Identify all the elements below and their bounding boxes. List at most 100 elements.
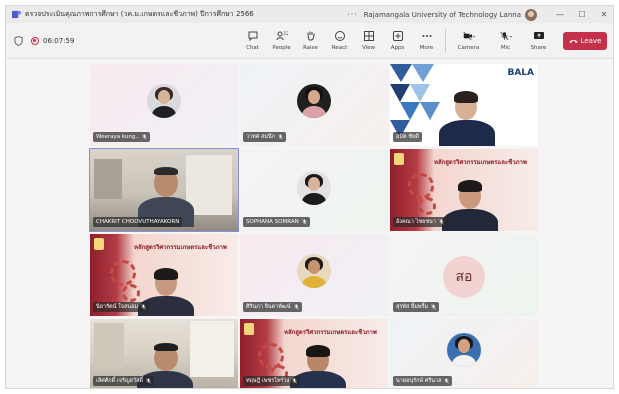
title-bar: ตรวจประเมินคุณภาพการศึกษา (วค.ม.เกษตรและ… [6,6,613,23]
participant-name: นิยารัตน์ ใจสนอม [96,304,139,310]
participant-name: อังคณา ไชยชนา [396,219,436,225]
meeting-title: ตรวจประเมินคุณภาพการศึกษา (วค.ม.เกษตรและ… [25,10,254,18]
participant-name: Weeraya kung.. [96,134,139,140]
participant-tile[interactable]: วาทศ สมนึก [240,64,388,146]
share-screen-icon [533,32,544,39]
teams-app-icon [12,10,21,19]
participant-tile[interactable]: เลิศศักดิ์ เจริญสวัสดิ์ [90,319,238,388]
mic-label: Mic [500,45,511,51]
participant-avatar [297,254,331,288]
gear-graphic [418,197,436,215]
people-icon: 12 [276,31,288,41]
gear-graphic [110,260,136,286]
participant-name: วาทศ สมนึก [246,134,276,140]
participant-initials-avatar: สอ [443,256,485,298]
mic-muted-icon [146,378,151,384]
react-label: React [331,45,348,51]
leave-button[interactable]: Leave [563,31,607,50]
people-button[interactable]: 12 People [267,30,296,51]
participant-video [440,179,500,231]
mic-muted-icon [293,304,299,310]
mic-muted-icon [444,378,450,384]
university-logo [94,238,104,250]
organization-name: Rajamangala University of Technology Lan… [363,10,521,19]
people-label: People [272,45,291,51]
participant-tile[interactable]: Weeraya kung.. [90,64,238,146]
more-label: More [419,45,434,51]
camera-label: Camera [457,45,480,51]
view-label: View [361,45,376,51]
course-banner-title: หลักสูตรวิศวกรรมเกษตรและชีวภาพ [434,159,527,166]
participant-avatar [297,171,331,205]
share-button[interactable]: Share [524,30,553,51]
share-label: Share [530,45,547,51]
bala-logo-text: BALA [507,68,534,78]
participant-name-tag: เลิศศักดิ์ เจริญสวัสดิ์ [93,376,154,386]
participant-tile[interactable]: หลักสูตรวิศวกรรมเกษตรและชีวภาพ ทฤษฎี เพช… [240,319,388,388]
more-button[interactable]: More [412,30,441,51]
mic-muted-icon [278,134,283,140]
participant-name: นายอนุรักษ์ ศรีนวล [396,378,442,384]
account-avatar[interactable] [525,8,537,21]
recording-icon [31,36,39,45]
meeting-toolbar: 06:07:59 Chat 12 People Raise React View [6,23,613,59]
apps-plus-icon [392,31,403,41]
participant-name-tag: Weeraya kung.. [93,132,150,142]
participant-tile[interactable]: ศิรินภา จินดาพัฒน์ [240,234,388,316]
mic-button[interactable]: Mic [487,30,524,51]
participant-tile[interactable]: หลักสูตรวิศวกรรมเกษตรและชีวภาพ อังคณา ไช… [390,149,538,231]
react-button[interactable]: React [325,30,354,51]
view-button[interactable]: View [354,30,383,51]
chat-button[interactable]: Chat [238,30,267,51]
participant-tile[interactable]: CHAKRIT CHOOVUTHAYAKORN [89,148,239,232]
ellipsis-icon [422,35,431,37]
university-logo [244,323,254,335]
mic-muted-icon [439,219,444,225]
chat-icon [248,31,257,42]
video-grid: Weeraya kung.. วาทศ สมนึก BALA สมิต ชัยด… [89,64,538,388]
course-banner-title: หลักสูตรวิศวกรรมเกษตรและชีวภาพ [284,329,377,336]
participant-tile[interactable]: หลักสูตรวิศวกรรมเกษตรและชีวภาพ นิยารัตน์… [90,234,238,316]
meeting-timer: 06:07:59 [43,36,75,45]
participant-name: สุรพัส ยิ้มพริ้ม [396,304,429,310]
raise-label: Raise [303,45,318,51]
participant-name: เลิศศักดิ์ เจริญสวัสดิ์ [96,378,143,384]
participant-name-tag: วาทศ สมนึก [243,132,287,142]
participant-name-tag: สมิต ชัยดี [393,132,422,142]
mic-muted-icon [142,134,147,140]
university-logo [394,153,404,165]
close-button[interactable]: ✕ [593,10,613,19]
raise-hand-button[interactable]: Raise [296,30,325,51]
participant-name-tag: ศิรินภา จินดาพัฒน์ [243,302,302,312]
participant-tile[interactable]: SOPHANA SOMRAN [240,149,388,231]
minimize-button[interactable]: — [549,10,571,19]
course-banner-title: หลักสูตรวิศวกรรมเกษตรและชีวภาพ [134,244,227,251]
room-shelf [94,159,122,199]
mic-muted-icon [301,219,307,225]
hand-icon [307,31,314,41]
title-more-button[interactable]: ··· [347,10,358,19]
gear-graphic [408,173,434,199]
participant-tile[interactable]: BALA สมิต ชัยดี [390,64,538,146]
participant-tile[interactable]: สอ สุรพัส ยิ้มพริ้ม [390,234,538,316]
participant-name-tag: ทฤษฎี เพชรไพร่วง [243,376,301,386]
phone-hangup-icon [569,39,578,43]
participant-name-tag: นายอนุรักษ์ ศรีนวล [393,376,453,386]
shield-icon [14,35,23,46]
participant-name: ศิรินภา จินดาพัฒน์ [246,304,291,310]
participant-video [436,86,496,146]
maximize-button[interactable]: ☐ [571,10,593,19]
participant-tile[interactable]: นายอนุรักษ์ ศรีนวล [390,319,538,388]
smiley-icon [334,31,345,41]
participant-name: สมิต ชัยดี [396,134,419,140]
participant-avatar [447,333,481,367]
chat-label: Chat [246,45,259,51]
participant-name: CHAKRIT CHOOVUTHAYAKORN [96,219,180,225]
participant-name-tag: อังคณา ไชยชนา [393,217,447,227]
teams-window: ตรวจประเมินคุณภาพการศึกษา (วค.ม.เกษตรและ… [5,5,614,389]
toolbar-divider [445,28,446,53]
room-window [190,321,234,377]
room-wall [94,323,124,369]
apps-button[interactable]: Apps [383,30,412,51]
camera-button[interactable]: Camera [450,30,487,51]
